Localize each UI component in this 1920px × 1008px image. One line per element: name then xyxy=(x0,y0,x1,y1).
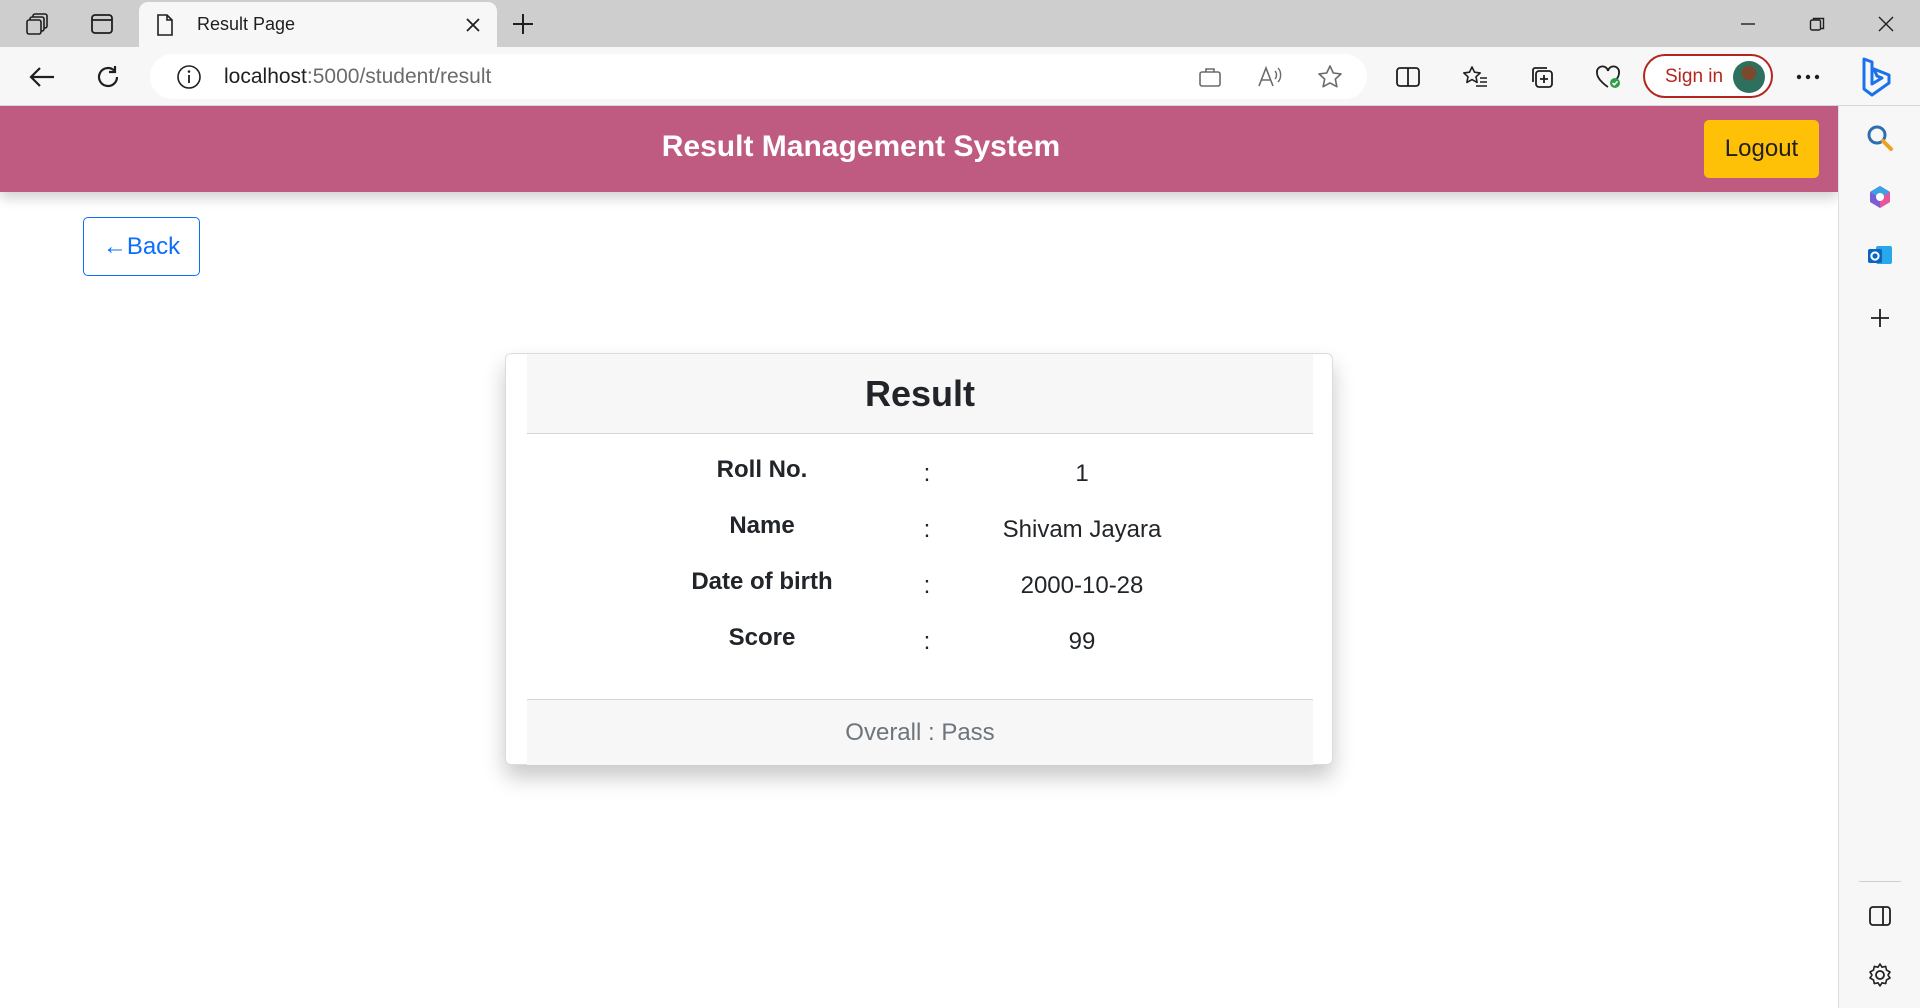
result-label: Date of birth xyxy=(691,568,833,595)
result-row-name: Name : Shivam Jayara xyxy=(527,508,1313,558)
result-card-body: Roll No. : 1 Name : Shivam Jayara Date o… xyxy=(527,434,1313,698)
result-separator: : xyxy=(923,628,931,655)
result-value: 99 xyxy=(1068,628,1096,655)
result-row-dob: Date of birth : 2000-10-28 xyxy=(527,564,1313,614)
restore-icon[interactable] xyxy=(1797,8,1837,40)
minimize-icon[interactable] xyxy=(1728,8,1768,40)
edge-sidebar xyxy=(1838,106,1920,1008)
result-title: Result xyxy=(864,372,976,414)
split-screen-icon[interactable] xyxy=(1391,60,1425,94)
sign-in-label: Sign in xyxy=(1665,66,1724,87)
address-bar[interactable]: localhost:5000/student/result xyxy=(150,54,1367,99)
read-aloud-icon[interactable] xyxy=(1256,63,1284,91)
overall-status: Overall : Pass xyxy=(845,718,995,746)
microsoft-365-icon[interactable] xyxy=(1864,181,1896,213)
collections-icon[interactable] xyxy=(1525,60,1559,94)
result-card: Result Roll No. : 1 Name : Shivam Jayara… xyxy=(505,353,1333,765)
settings-gear-icon[interactable] xyxy=(1864,959,1896,991)
result-separator: : xyxy=(923,516,931,543)
result-separator: : xyxy=(923,572,931,599)
hide-sidebar-icon[interactable] xyxy=(1864,900,1896,932)
result-label: Score xyxy=(728,624,796,651)
sidebar-divider xyxy=(1859,881,1901,882)
tab-actions-icon[interactable] xyxy=(88,10,116,38)
app-header: Result Management System Logout xyxy=(0,106,1838,192)
result-value: 2000-10-28 xyxy=(1020,572,1144,599)
browser-toolbar: localhost:5000/student/result Sign in xyxy=(0,47,1920,106)
more-options-icon[interactable] xyxy=(1791,60,1825,94)
back-arrow-icon[interactable] xyxy=(25,60,59,94)
result-separator: : xyxy=(923,460,931,487)
new-tab-icon[interactable] xyxy=(509,10,537,38)
close-tab-icon[interactable] xyxy=(461,13,485,37)
page-icon xyxy=(153,13,177,37)
add-icon[interactable] xyxy=(1864,302,1896,334)
favorites-icon[interactable] xyxy=(1458,60,1492,94)
sign-in-button[interactable]: Sign in xyxy=(1643,54,1773,98)
close-window-icon[interactable] xyxy=(1866,8,1906,40)
result-row-score: Score : 99 xyxy=(527,620,1313,670)
site-info-icon[interactable] xyxy=(176,64,202,90)
logout-button[interactable]: Logout xyxy=(1704,120,1819,178)
result-label: Roll No. xyxy=(716,456,808,483)
result-card-header: Result xyxy=(527,354,1313,434)
url-text: localhost:5000/student/result xyxy=(224,65,492,88)
result-card-footer: Overall : Pass xyxy=(527,699,1313,765)
tab-title: Result Page xyxy=(197,14,296,34)
copilot-icon[interactable] xyxy=(1852,53,1900,101)
outlook-icon[interactable] xyxy=(1864,239,1896,271)
result-value: 1 xyxy=(1075,460,1089,487)
result-value: Shivam Jayara xyxy=(1002,516,1162,543)
app-title: Result Management System xyxy=(661,130,1061,163)
browser-essentials-icon[interactable] xyxy=(1591,60,1625,94)
refresh-icon[interactable] xyxy=(91,60,125,94)
tab-result-page[interactable]: Result Page xyxy=(139,2,497,47)
back-button[interactable]: ←Back xyxy=(83,217,200,276)
search-icon[interactable] xyxy=(1864,122,1896,154)
result-row-roll-no: Roll No. : 1 xyxy=(527,452,1313,502)
browser-tab-bar: Result Page xyxy=(0,0,1920,47)
workspaces-icon[interactable] xyxy=(25,10,53,38)
favorite-star-icon[interactable] xyxy=(1316,63,1344,91)
app-available-icon[interactable] xyxy=(1196,63,1224,91)
page-content: Result Management System Logout ←Back Re… xyxy=(0,106,1838,1008)
result-label: Name xyxy=(729,512,795,539)
avatar xyxy=(1733,61,1765,93)
